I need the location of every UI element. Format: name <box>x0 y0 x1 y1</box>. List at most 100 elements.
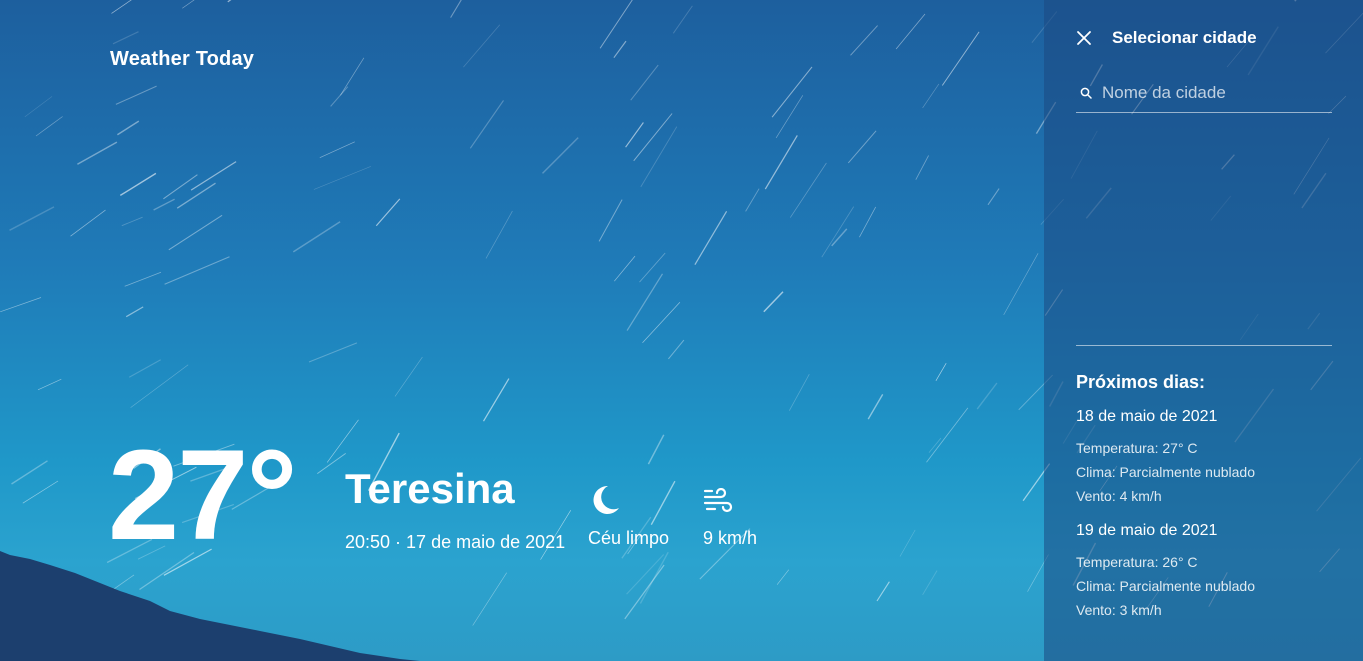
star-trail <box>121 216 143 227</box>
star-trail <box>11 460 48 485</box>
star-trail <box>922 570 938 596</box>
star-trail <box>926 407 969 463</box>
star-trail <box>111 0 132 14</box>
star-trail <box>672 5 693 34</box>
forecast-date: 18 de maio de 2021 <box>1076 408 1218 425</box>
star-trail <box>935 363 947 381</box>
star-trail <box>922 83 940 109</box>
star-trail <box>125 306 144 318</box>
star-trail <box>867 394 884 420</box>
star-trail <box>821 206 855 258</box>
star-trail <box>0 297 42 313</box>
star-trail <box>168 214 223 251</box>
star-trail <box>640 126 678 188</box>
star-trail <box>313 166 372 190</box>
star-trail <box>788 374 810 411</box>
star-trail <box>115 85 157 105</box>
star-trail <box>70 209 106 237</box>
star-trail <box>112 31 139 45</box>
wind-speed: 9 km/h <box>703 480 757 549</box>
app-title: Weather Today <box>110 48 255 70</box>
forecast-day: 18 de maio de 2021 Temperatura: 27° C Cl… <box>1076 408 1255 508</box>
star-trail <box>694 210 728 266</box>
close-icon[interactable] <box>1076 30 1092 46</box>
forecast-wind: Vento: 3 km/h <box>1076 602 1162 618</box>
star-trail <box>35 116 63 137</box>
star-trail <box>941 31 980 86</box>
star-trail <box>647 434 665 465</box>
star-trail <box>859 206 877 238</box>
moon-icon <box>588 480 669 516</box>
star-trail <box>639 252 666 283</box>
star-trail <box>630 64 659 101</box>
star-trail <box>472 572 507 626</box>
star-trail <box>642 301 681 344</box>
star-trail <box>163 174 198 200</box>
current-location: Teresina 20:50 · 17 de maio de 2021 <box>345 468 565 553</box>
background-hill-silhouette <box>0 551 420 661</box>
star-trail <box>775 95 804 139</box>
star-trail <box>153 198 175 211</box>
star-trail <box>469 100 504 149</box>
star-trail <box>639 551 669 604</box>
star-trail <box>987 188 1000 206</box>
next-days-title: Próximos dias: <box>1076 372 1206 392</box>
star-trail <box>745 188 760 212</box>
wind-speed-label: 9 km/h <box>703 528 758 548</box>
star-trail <box>128 359 161 378</box>
star-trail <box>9 206 55 231</box>
city-name: Teresina <box>345 465 515 512</box>
star-trail <box>764 135 798 190</box>
star-trail <box>485 210 513 259</box>
star-trail <box>319 141 355 159</box>
star-trail <box>895 13 926 50</box>
star-trail <box>37 378 62 391</box>
star-trail <box>227 0 232 3</box>
sidebar-title: Selecionar cidade <box>1112 28 1257 47</box>
forecast-date: 19 de maio de 2021 <box>1076 522 1218 539</box>
next-days-list: 18 de maio de 2021 Temperatura: 27° C Cl… <box>1076 408 1255 636</box>
sky-condition: Céu limpo <box>588 480 669 549</box>
forecast-climate: Clima: Parcialmente nublado <box>1076 464 1255 480</box>
star-trail <box>613 40 627 59</box>
star-trail <box>541 137 579 174</box>
star-trail <box>164 256 230 285</box>
star-trail <box>340 57 365 96</box>
forecast-wind: Vento: 4 km/h <box>1076 488 1162 504</box>
star-trail <box>626 554 665 595</box>
star-trail <box>776 569 790 585</box>
star-trail <box>308 342 358 363</box>
star-trail <box>190 161 237 191</box>
star-trail <box>482 378 510 422</box>
forecast-climate: Clima: Parcialmente nublado <box>1076 578 1255 594</box>
star-trail <box>1003 253 1039 316</box>
city-search-input[interactable] <box>1102 83 1332 103</box>
star-trail <box>626 273 664 331</box>
star-trail <box>124 271 162 287</box>
star-trail <box>24 96 53 118</box>
sky-condition-label: Céu limpo <box>588 528 670 548</box>
star-trail <box>667 339 685 360</box>
star-trail <box>599 0 633 49</box>
star-trail <box>463 24 501 68</box>
star-trail <box>330 86 349 107</box>
star-trail <box>899 529 916 557</box>
star-trail <box>976 382 998 410</box>
city-search <box>1076 74 1332 113</box>
sidebar-divider <box>1076 345 1332 346</box>
star-trail <box>763 291 784 313</box>
star-trail <box>876 581 890 602</box>
star-trail <box>394 356 423 397</box>
city-sidebar: Selecionar cidade Próximos dias: 18 de m… <box>1044 0 1363 661</box>
star-trail <box>633 113 673 162</box>
star-trail <box>375 198 401 227</box>
star-trail <box>77 141 118 165</box>
sidebar-header: Selecionar cidade <box>1076 28 1257 48</box>
forecast-day: 19 de maio de 2021 Temperatura: 26° C Cl… <box>1076 522 1255 622</box>
star-trail <box>847 130 877 164</box>
star-trail <box>625 122 644 148</box>
star-trail <box>117 120 140 136</box>
forecast-temperature: Temperatura: 27° C <box>1076 440 1198 456</box>
star-trail <box>624 564 665 620</box>
star-trail <box>598 199 623 242</box>
